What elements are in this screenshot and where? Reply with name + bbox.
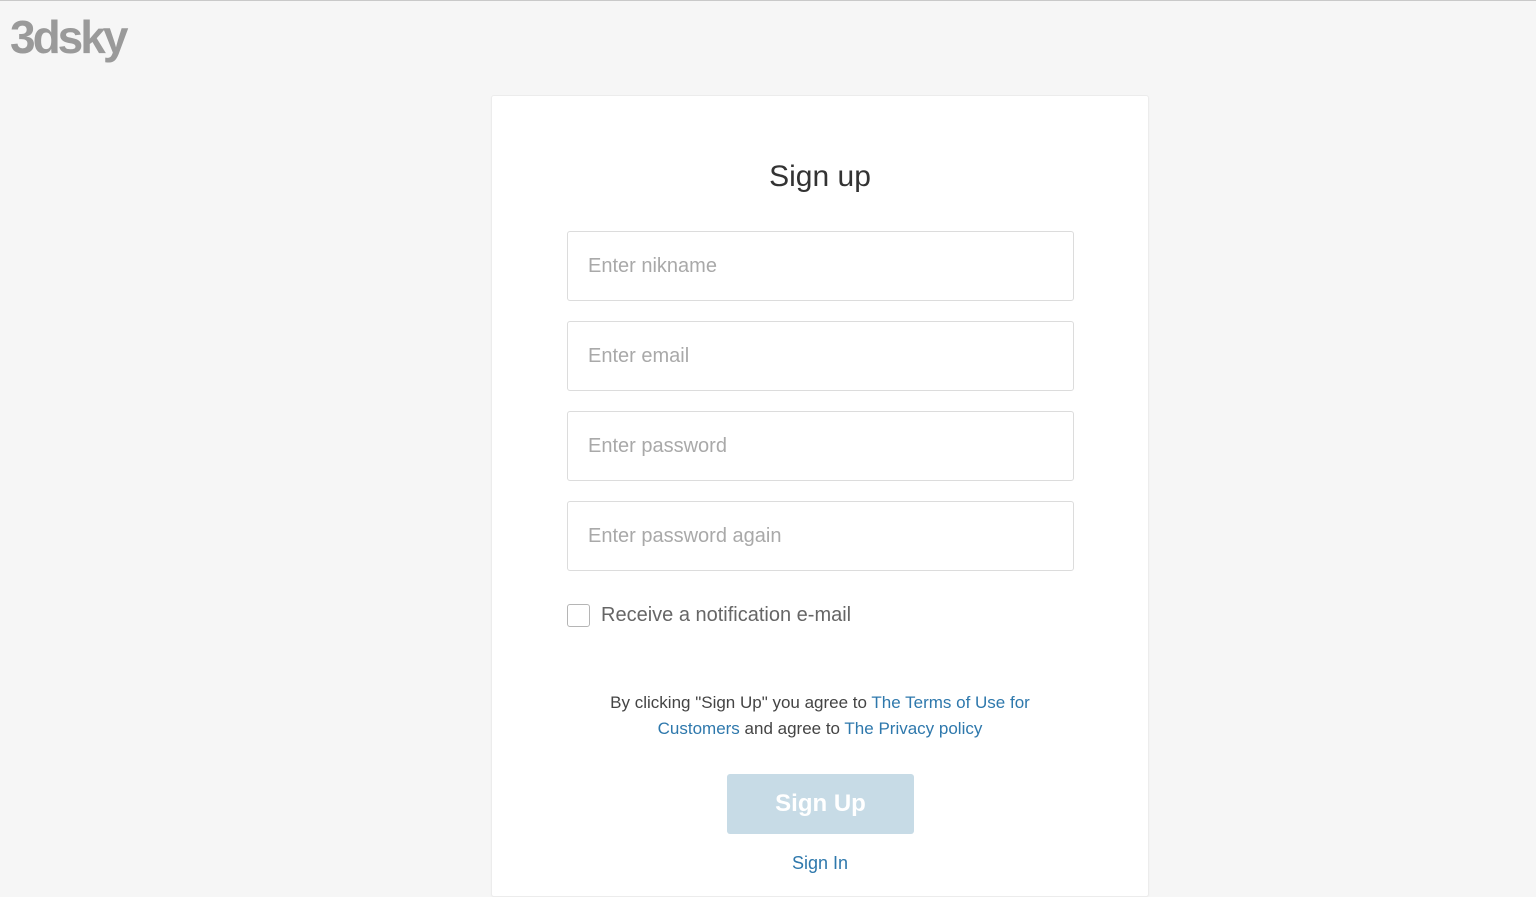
email-input[interactable]: [567, 321, 1074, 391]
privacy-policy-link[interactable]: The Privacy policy: [844, 719, 982, 738]
logo-3dsky-icon: 3dsky: [10, 11, 132, 63]
password-again-input[interactable]: [567, 501, 1074, 571]
notification-checkbox-label: Receive a notification e-mail: [601, 603, 852, 626]
notification-checkbox-row[interactable]: Receive a notification e-mail: [567, 601, 851, 629]
notification-checkbox[interactable]: [567, 603, 590, 627]
page-title: Sign up: [769, 160, 871, 193]
svg-text:3dsky: 3dsky: [10, 11, 129, 63]
site-logo[interactable]: 3dsky: [10, 9, 134, 69]
top-border: [0, 0, 1536, 1]
sign-up-button[interactable]: Sign Up: [727, 774, 914, 834]
terms-middle-text: and agree to: [739, 719, 845, 738]
terms-prefix-text: By clicking "Sign Up" you agree to: [610, 693, 872, 712]
signup-card: Sign up Receive a notification e-mail By…: [491, 95, 1149, 897]
sign-in-link[interactable]: Sign In: [492, 853, 1148, 874]
nickname-input[interactable]: [567, 231, 1074, 301]
terms-notice: By clicking "Sign Up" you agree to The T…: [602, 690, 1038, 742]
password-input[interactable]: [567, 411, 1074, 481]
